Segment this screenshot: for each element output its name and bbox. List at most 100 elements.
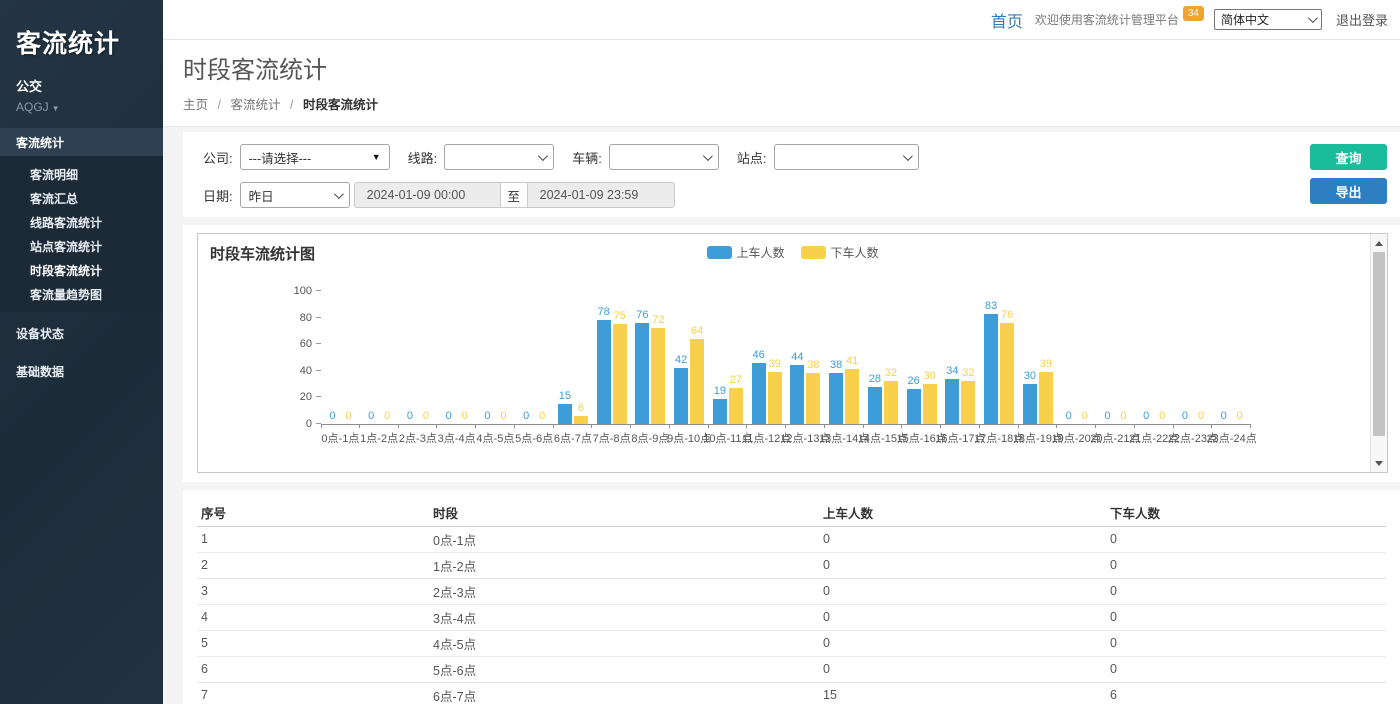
bar-slot: 0 [325,291,339,424]
filter-row-2: 日期: 昨日 2024-01-09 00:00 至 2024-01-09 23:… [203,182,1386,208]
table-row[interactable]: 32点-3点00 [197,578,1386,604]
notification-badge[interactable]: 34 [1183,6,1204,21]
legend-item-下车人数[interactable]: 下车人数 [801,244,879,261]
station-select[interactable] [774,144,919,170]
sidebar-item-客流明细[interactable]: 客流明细 [0,162,163,186]
query-button[interactable]: 查询 [1310,144,1387,170]
bar-value-label: 83 [985,300,997,312]
bar-上车人数[interactable] [558,404,572,424]
company-select-value: ---请选择--- [249,148,311,167]
bar-下车人数[interactable] [845,369,859,424]
bar-上车人数[interactable] [752,363,766,424]
bar-下车人数[interactable] [884,381,898,424]
bar-下车人数[interactable] [1000,323,1014,424]
sidebar-item-设备状态[interactable]: 设备状态 [0,316,163,350]
home-link[interactable]: 首页 [991,8,1023,32]
table-cell: 0 [1106,578,1386,604]
bar-下车人数[interactable] [613,324,627,424]
bar-上车人数[interactable] [1023,384,1037,424]
org-code-dropdown[interactable]: AQGJ▼ [16,100,147,114]
y-axis-label: 20 [300,391,312,403]
bar-value-label: 32 [962,367,974,379]
bar-slot: 39 [1039,291,1053,424]
scroll-down-button[interactable] [1371,455,1387,471]
bar-上车人数[interactable] [635,323,649,424]
table-header-序号: 序号 [197,500,429,526]
bar-value-label: 0 [1221,410,1227,422]
export-button[interactable]: 导出 [1310,178,1387,204]
bar-value-label: 30 [924,370,936,382]
table-cell: 7 [197,682,429,704]
bar-上车人数[interactable] [945,379,959,424]
x-axis-label: 23点-24点 [1207,430,1257,446]
date-to-input[interactable]: 2024-01-09 23:59 [527,182,675,208]
logout-link[interactable]: 退出登录 [1336,10,1388,29]
bar-下车人数[interactable] [806,373,820,424]
table-row[interactable]: 65点-6点00 [197,656,1386,682]
company-select[interactable]: ---请选择--- ▼ [240,144,390,170]
sidebar-item-客流量趋势图[interactable]: 客流量趋势图 [0,282,163,306]
vehicle-select[interactable] [609,144,719,170]
breadcrumb-section[interactable]: 客流统计 [230,98,280,112]
date-to-separator: 至 [500,182,528,208]
hourly-stats-table: 序号时段上车人数下车人数 10点-1点0021点-2点0032点-3点0043点… [197,500,1386,704]
table-cell: 1 [197,526,429,552]
bar-下车人数[interactable] [961,381,975,424]
bar-下车人数[interactable] [1039,372,1053,424]
bar-value-label: 6 [578,402,584,414]
chart-panel: 时段车流统计图 上车人数下车人数 00000000000015678757672… [183,225,1400,482]
bar-上车人数[interactable] [829,373,843,424]
bar-下车人数[interactable] [574,416,588,424]
bar-上车人数[interactable] [907,389,921,424]
table-row[interactable]: 21点-2点00 [197,552,1386,578]
breadcrumb-separator: / [218,98,221,112]
bar-下车人数[interactable] [690,339,704,424]
sidebar-item-线路客流统计[interactable]: 线路客流统计 [0,210,163,234]
line-select[interactable] [444,144,554,170]
table-row[interactable]: 76点-7点156 [197,682,1386,704]
bar-上车人数[interactable] [597,320,611,424]
table-header-时段: 时段 [429,500,819,526]
y-axis-tick [316,317,321,318]
breadcrumb-home[interactable]: 主页 [183,98,208,112]
sidebar: 客流统计 公交 AQGJ▼ 客流统计客流明细客流汇总线路客流统计站点客流统计时段… [0,0,163,704]
bar-slot: 42 [674,291,688,424]
x-tick [631,424,670,428]
bar-group-21点-22点: 00 [1135,291,1174,424]
legend-item-上车人数[interactable]: 上车人数 [706,244,784,261]
table-row[interactable]: 54点-5点00 [197,630,1386,656]
bar-上车人数[interactable] [984,314,998,424]
chart-scrollbar[interactable] [1370,234,1387,472]
bar-value-label: 42 [675,354,687,366]
bar-slot: 0 [1062,291,1076,424]
sidebar-submenu: 客流明细客流汇总线路客流统计站点客流统计时段客流统计客流量趋势图 [0,156,163,312]
sidebar-item-基础数据[interactable]: 基础数据 [0,354,163,388]
bar-下车人数[interactable] [729,388,743,424]
bar-上车人数[interactable] [868,387,882,424]
bar-上车人数[interactable] [790,365,804,424]
chart-plot: 0000000000001567875767242641927463944383… [321,291,1251,424]
date-from-input[interactable]: 2024-01-09 00:00 [354,182,501,208]
bar-上车人数[interactable] [713,399,727,424]
sidebar-item-站点客流统计[interactable]: 站点客流统计 [0,234,163,258]
sidebar-item-客流汇总[interactable]: 客流汇总 [0,186,163,210]
bar-value-label: 0 [368,410,374,422]
sidebar-group-passenger-stats[interactable]: 客流统计 [0,128,163,156]
app-window: 客流统计 公交 AQGJ▼ 客流统计客流明细客流汇总线路客流统计站点客流统计时段… [0,0,1400,704]
bar-下车人数[interactable] [923,384,937,424]
scrollbar-thumb[interactable] [1373,252,1385,436]
table-cell: 5点-6点 [429,656,819,682]
bar-下车人数[interactable] [768,372,782,424]
sidebar-item-时段客流统计[interactable]: 时段客流统计 [0,258,163,282]
vehicle-label: 车辆: [572,148,602,167]
bar-slot: 0 [364,291,378,424]
language-select[interactable]: 简体中文 [1214,9,1322,30]
bar-上车人数[interactable] [674,368,688,424]
scroll-up-button[interactable] [1371,235,1387,251]
date-preset-select[interactable]: 昨日 [240,182,350,208]
breadcrumb-separator: / [290,98,293,112]
bar-group-5点-6点: 00 [515,291,554,424]
bar-下车人数[interactable] [651,328,665,424]
table-row[interactable]: 43点-4点00 [197,604,1386,630]
table-row[interactable]: 10点-1点00 [197,526,1386,552]
